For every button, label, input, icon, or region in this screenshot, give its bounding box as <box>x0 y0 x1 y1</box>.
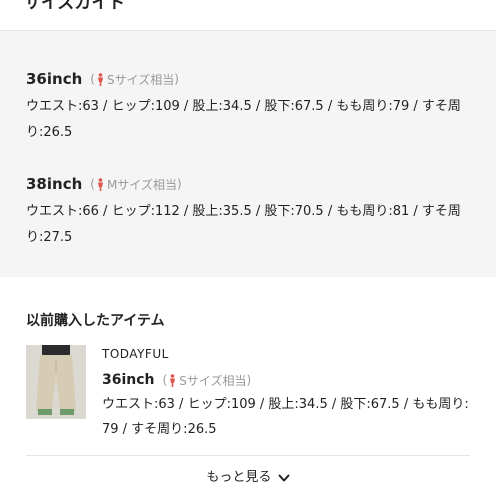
item-brand: TODAYFUL <box>102 347 169 361</box>
size-equivalent-label: Sサイズ相当 <box>106 72 175 87</box>
item-size-equivalent-label: Sサイズ相当 <box>179 373 247 388</box>
person-icon <box>97 177 103 191</box>
item-thumbnail[interactable] <box>26 345 86 419</box>
show-more-label: もっと見る <box>206 470 272 485</box>
size-entry: 36inch ( Sサイズ相当) ウエスト:63 / ヒップ:109 / 股上:… <box>26 69 476 146</box>
size-name: 38inch <box>26 175 83 193</box>
size-measurements: ウエスト:63 / ヒップ:109 / 股上:34.5 / 股下:67.5 / … <box>26 99 461 140</box>
item-size-name: 36inch <box>102 372 155 388</box>
person-icon <box>97 72 103 86</box>
item-size-equivalent: ( Sサイズ相当) <box>162 373 252 388</box>
item-info: TODAYFUL 36inch ( Sサイズ相当) ウエスト:63 / ヒップ:… <box>102 345 476 442</box>
section-title: サイズガイド <box>24 0 126 13</box>
section-header: サイズガイド <box>0 0 496 31</box>
divider <box>26 455 470 456</box>
size-name: 36inch <box>26 70 83 88</box>
purchased-item[interactable]: TODAYFUL 36inch ( Sサイズ相当) ウエスト:63 / ヒップ:… <box>26 345 476 445</box>
size-entry: 38inch ( Mサイズ相当) ウエスト:66 / ヒップ:112 / 股上:… <box>26 174 476 251</box>
size-equivalent: ( Sサイズ相当) <box>90 72 179 87</box>
show-more-button[interactable]: もっと見る <box>0 466 496 485</box>
item-size-heading: 36inch ( Sサイズ相当) <box>102 370 476 390</box>
size-heading: 38inch ( Mサイズ相当) <box>26 174 476 194</box>
size-guide-panel: 36inch ( Sサイズ相当) ウエスト:63 / ヒップ:109 / 股上:… <box>0 31 496 277</box>
size-measurements: ウエスト:66 / ヒップ:112 / 股上:35.5 / 股下:70.5 / … <box>26 204 461 245</box>
wide-pants-image <box>26 345 86 419</box>
purchase-history-title: 以前購入したアイテム <box>26 313 165 329</box>
size-heading: 36inch ( Sサイズ相当) <box>26 69 476 89</box>
item-measurements: ウエスト:63 / ヒップ:109 / 股上:34.5 / 股下:67.5 / … <box>102 397 469 437</box>
size-equivalent-label: Mサイズ相当 <box>106 177 177 192</box>
chevron-down-icon <box>278 474 290 481</box>
person-icon <box>170 373 176 387</box>
size-equivalent: ( Mサイズ相当) <box>90 177 182 192</box>
